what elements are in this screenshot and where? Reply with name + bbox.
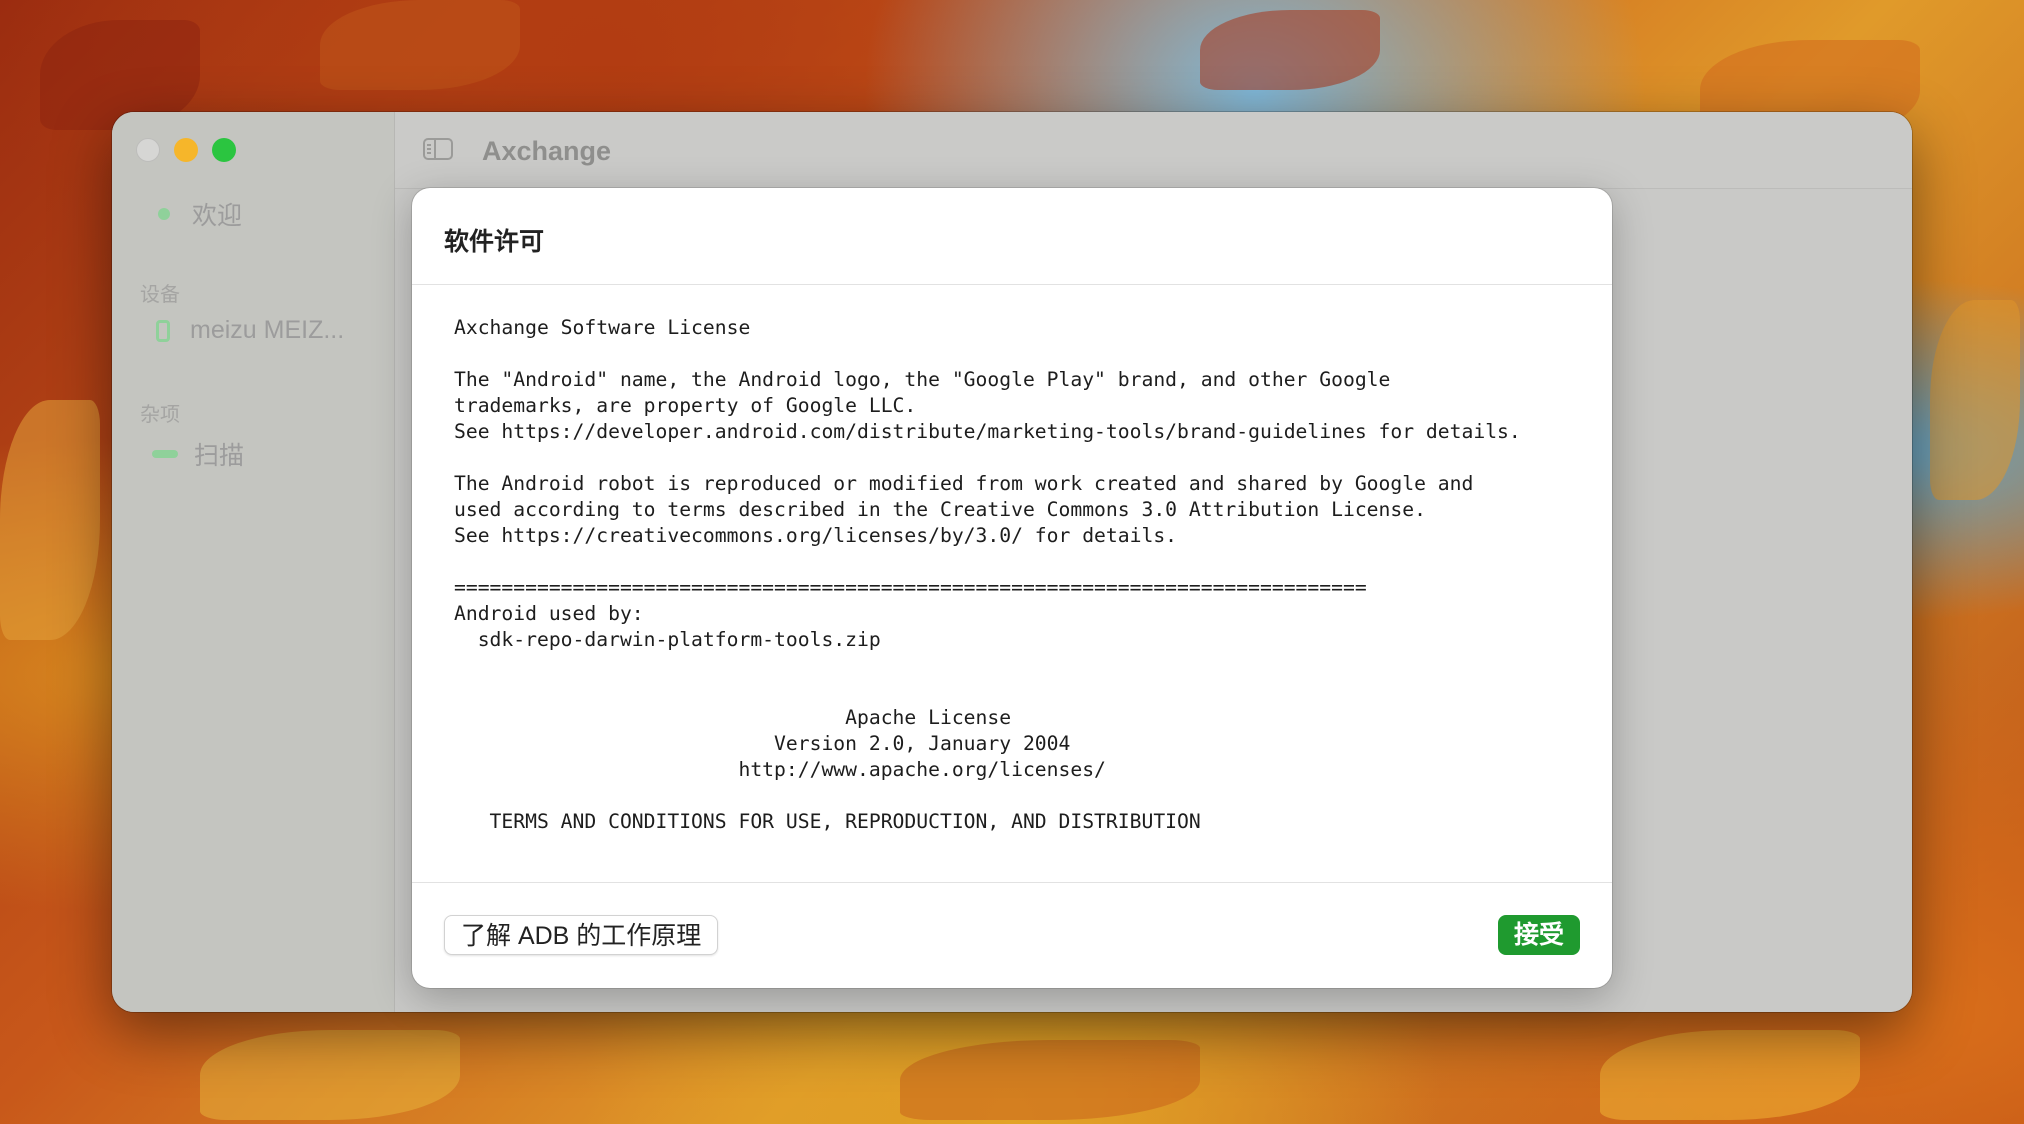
titlebar: Axchange: [395, 112, 1912, 189]
sidebar-item-welcome[interactable]: 欢迎: [152, 196, 242, 232]
sidebar-item-scan[interactable]: 扫描: [152, 436, 244, 472]
app-title: Axchange: [482, 136, 612, 166]
sidebar-item-label: meizu MEIZ...: [190, 316, 345, 344]
dialog-header: 软件许可: [412, 188, 1612, 285]
dialog-title: 软件许可: [444, 228, 545, 256]
sidebar-item-label: 欢迎: [192, 202, 243, 230]
accept-button[interactable]: 接受: [1497, 915, 1580, 955]
sidebar-item-device[interactable]: meizu MEIZ...: [152, 316, 344, 345]
sidebar-section-devices: 设备: [140, 284, 180, 306]
minimize-window-button[interactable]: [174, 138, 198, 162]
license-dialog: 软件许可 Axchange Software License The "Andr…: [412, 188, 1612, 988]
dot-icon: [158, 208, 170, 220]
dialog-footer: 了解 ADB 的工作原理 接受: [412, 882, 1612, 988]
window-controls: [136, 138, 236, 162]
phone-icon: [156, 319, 170, 342]
sidebar-toggle-icon[interactable]: [423, 138, 453, 160]
license-text: Axchange Software License The "Android" …: [454, 316, 1521, 833]
close-window-button[interactable]: [136, 138, 160, 162]
maximize-window-button[interactable]: [212, 138, 236, 162]
license-scroll-area[interactable]: Axchange Software License The "Android" …: [412, 285, 1612, 871]
scan-icon: [152, 450, 178, 458]
sidebar-item-label: 扫描: [194, 442, 245, 470]
learn-adb-button[interactable]: 了解 ADB 的工作原理: [444, 915, 719, 955]
sidebar-section-misc: 杂项: [140, 404, 180, 426]
sidebar: 欢迎 设备 meizu MEIZ... 杂项 扫描: [112, 112, 395, 1012]
